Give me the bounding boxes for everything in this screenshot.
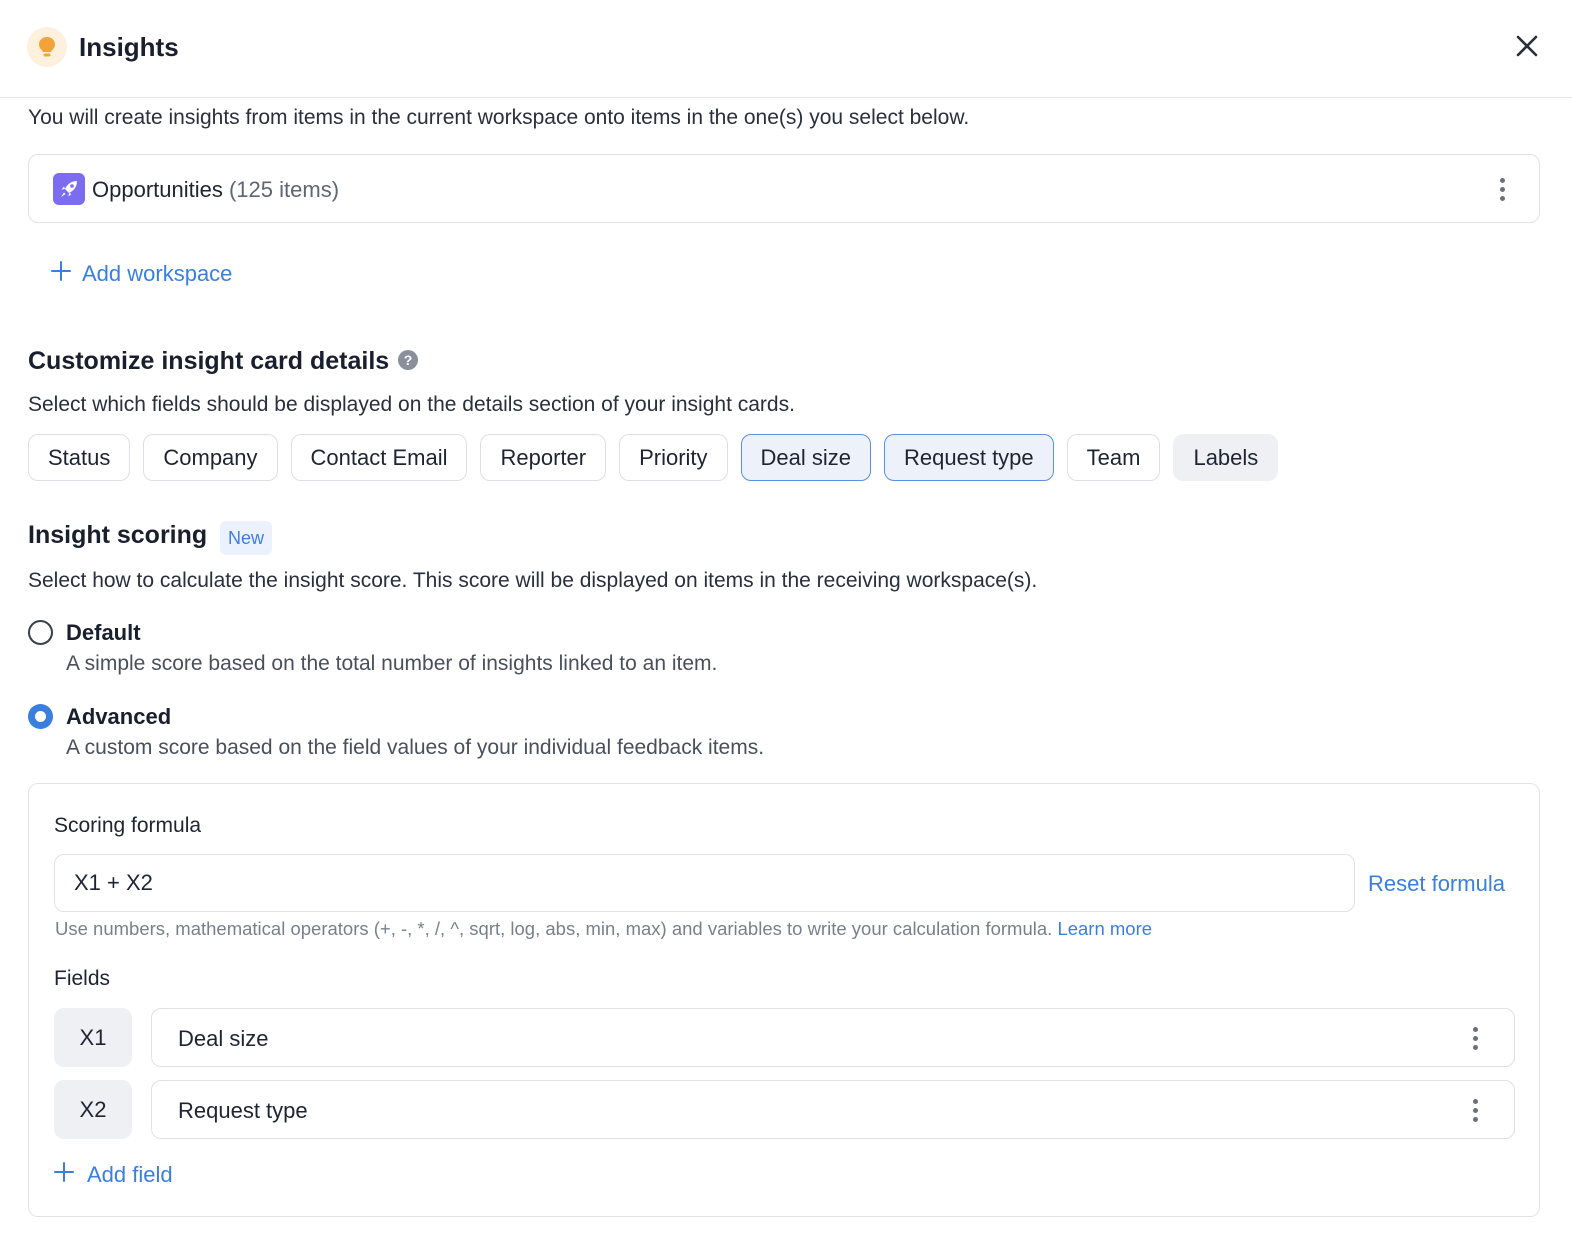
field-name: Request type — [178, 1098, 308, 1123]
rocket-icon — [53, 173, 85, 205]
chip-labels[interactable]: Labels — [1173, 434, 1279, 481]
chip-contact-email[interactable]: Contact Email — [290, 434, 468, 481]
fields-label: Fields — [54, 967, 111, 990]
formula-hint-text: Use numbers, mathematical operators (+, … — [55, 918, 1053, 939]
workspace-card: Opportunities (125 items) — [28, 154, 1540, 223]
insight-scoring-title: Insight scoring — [28, 521, 208, 549]
dialog-header: Insights — [0, 0, 1572, 98]
field-row[interactable]: Request type — [151, 1080, 1515, 1139]
lightbulb-icon — [27, 27, 67, 67]
chip-deal-size[interactable]: Deal size — [740, 434, 872, 481]
learn-more-link[interactable]: Learn more — [1057, 918, 1152, 939]
plus-icon — [53, 1161, 75, 1189]
option-advanced-label[interactable]: Advanced — [66, 704, 171, 730]
workspace-item-count: (125 items) — [228, 177, 340, 202]
reset-formula-link[interactable]: Reset formula — [1368, 871, 1505, 897]
workspace-name: Opportunities (125 items) — [92, 177, 339, 203]
option-default-description: A simple score based on the total number… — [66, 652, 718, 675]
scoring-formula-panel: Scoring formula Reset formula Use number… — [28, 783, 1540, 1217]
add-field-button[interactable]: Add field — [53, 1161, 173, 1189]
card-details-description: Select which fields should be displayed … — [28, 393, 795, 416]
chip-company[interactable]: Company — [143, 434, 278, 481]
add-workspace-button[interactable]: Add workspace — [50, 260, 232, 288]
dialog-title: Insights — [79, 32, 179, 62]
new-badge: New — [220, 521, 273, 555]
intro-text: You will create insights from items in t… — [28, 106, 970, 129]
workspace-title: Opportunities — [92, 177, 223, 202]
card-details-title: Customize insight card details — [28, 347, 390, 375]
field-name: Deal size — [178, 1026, 269, 1051]
help-icon[interactable]: ? — [398, 350, 418, 370]
scoring-formula-label: Scoring formula — [54, 814, 202, 837]
radio-advanced[interactable] — [28, 704, 53, 729]
formula-input[interactable] — [54, 854, 1355, 912]
formula-hint: Use numbers, mathematical operators (+, … — [55, 918, 1152, 940]
add-field-label: Add field — [87, 1162, 173, 1187]
insight-scoring-description: Select how to calculate the insight scor… — [28, 569, 1038, 592]
more-options-icon[interactable] — [1492, 174, 1512, 204]
variable-badge-x1: X1 — [54, 1008, 132, 1067]
more-options-icon[interactable] — [1465, 1023, 1485, 1053]
chip-request-type[interactable]: Request type — [884, 434, 1054, 481]
variable-badge-x2: X2 — [54, 1080, 132, 1139]
add-workspace-label: Add workspace — [82, 261, 233, 286]
chip-priority[interactable]: Priority — [619, 434, 728, 481]
plus-icon — [50, 260, 72, 288]
field-chips: Status Company Contact Email Reporter Pr… — [28, 434, 1279, 481]
option-default-label[interactable]: Default — [66, 620, 141, 646]
option-advanced-description: A custom score based on the field values… — [66, 736, 765, 759]
chip-team[interactable]: Team — [1066, 434, 1161, 481]
field-row[interactable]: Deal size — [151, 1008, 1515, 1067]
more-options-icon[interactable] — [1465, 1095, 1485, 1125]
chip-reporter[interactable]: Reporter — [480, 434, 607, 481]
chip-status[interactable]: Status — [28, 434, 131, 481]
close-icon[interactable] — [1511, 30, 1543, 62]
radio-default[interactable] — [28, 620, 53, 645]
